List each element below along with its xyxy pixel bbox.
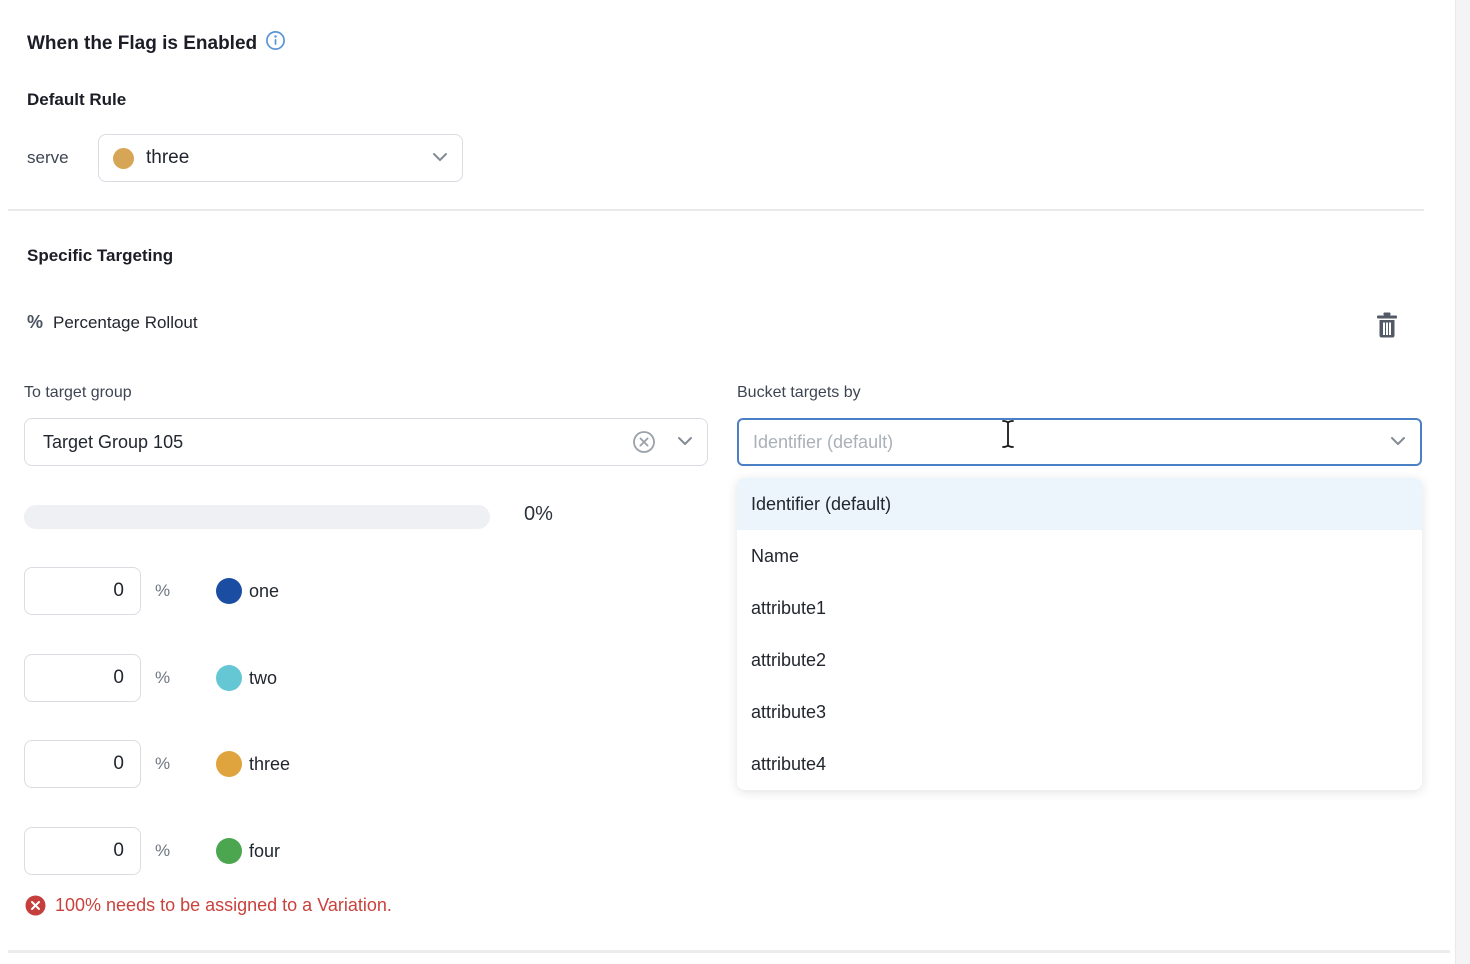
error-text: 100% needs to be assigned to a Variation… [55,895,392,916]
variation-color-dot [216,665,242,691]
section-divider [8,209,1424,211]
bottom-divider [8,950,1450,953]
bucket-by-options-menu: Identifier (default) Name attribute1 att… [737,478,1422,790]
percent-icon: % [27,312,43,333]
variation-row-three: % three [24,740,290,788]
info-icon[interactable] [265,30,286,57]
variation-row-four: % four [24,827,280,875]
variation-name: two [249,668,277,689]
menu-item-attribute3[interactable]: attribute3 [737,686,1422,738]
variation-color-dot [113,148,134,169]
variation-percent-input[interactable] [24,654,141,702]
percent-sign: % [155,668,179,688]
percentage-rollout-title: Percentage Rollout [53,313,198,333]
bucket-by-label: Bucket targets by [737,384,861,402]
variation-percent-input[interactable] [24,827,141,875]
serve-variation-dropdown[interactable]: three [98,134,463,182]
chevron-down-icon[interactable] [677,433,693,451]
flag-targeting-panel: When the Flag is Enabled Default Rule se… [0,0,1470,964]
menu-item-identifier-default[interactable]: Identifier (default) [737,478,1422,530]
variation-color-dot [216,578,242,604]
menu-item-attribute4[interactable]: attribute4 [737,738,1422,790]
rollout-error-message: 100% needs to be assigned to a Variation… [24,894,392,917]
serve-label: serve [27,134,69,182]
page-background-edge [1455,0,1470,964]
serve-variation-value: three [146,147,420,169]
menu-item-name[interactable]: Name [737,530,1422,582]
rollout-progress-label: 0% [524,503,553,526]
percentage-rollout-header: % Percentage Rollout [27,312,198,333]
variation-percent-input[interactable] [24,740,141,788]
page-title-text: When the Flag is Enabled [27,33,257,55]
variation-percent-input[interactable] [24,567,141,615]
variation-color-dot [216,751,242,777]
target-group-label: To target group [24,384,132,402]
delete-rollout-button[interactable] [1372,310,1402,342]
percent-sign: % [155,581,179,601]
error-icon [24,894,47,917]
target-group-value: Target Group 105 [43,432,621,453]
target-group-dropdown[interactable]: Target Group 105 [24,418,708,466]
specific-targeting-heading: Specific Targeting [27,246,173,266]
bucket-by-input[interactable] [737,418,1422,466]
clear-selection-icon[interactable] [631,429,657,455]
variation-name: four [249,841,280,862]
variation-name: three [249,754,290,775]
menu-item-attribute2[interactable]: attribute2 [737,634,1422,686]
variation-color-dot [216,838,242,864]
menu-item-attribute1[interactable]: attribute1 [737,582,1422,634]
variation-row-one: % one [24,567,279,615]
chevron-down-icon [432,149,448,167]
percent-sign: % [155,841,179,861]
page-title: When the Flag is Enabled [27,30,286,57]
rollout-progress-bar [24,505,490,529]
percent-sign: % [155,754,179,774]
variation-row-two: % two [24,654,277,702]
default-rule-heading: Default Rule [27,90,126,110]
variation-name: one [249,581,279,602]
